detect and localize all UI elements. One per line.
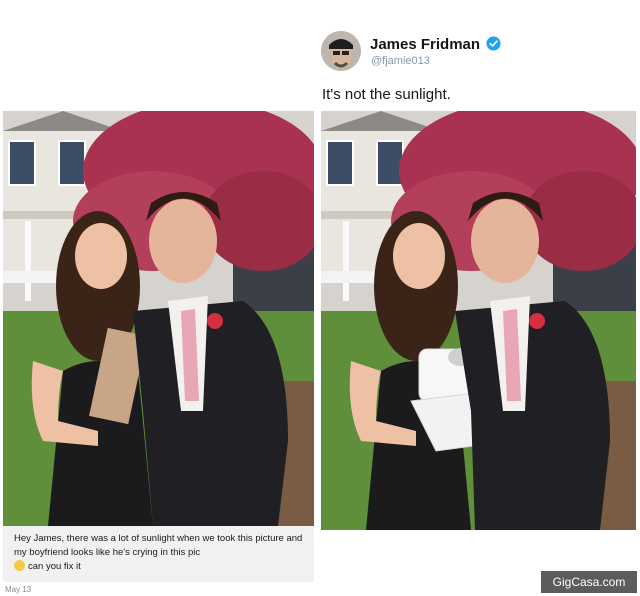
verified-check-icon xyxy=(486,36,501,51)
tears-of-joy-emoji-icon xyxy=(14,560,25,571)
avatar-image xyxy=(321,31,361,71)
request-text-part2: can you fix it xyxy=(28,561,81,572)
request-text: Hey James, there was a lot of sunlight w… xyxy=(14,532,309,574)
watermark: GigCasa.com xyxy=(541,571,637,593)
original-photo[interactable] xyxy=(3,111,314,526)
tweet-text: It's not the sunlight. xyxy=(322,86,451,103)
request-text-part1: Hey James, there was a lot of sunlight w… xyxy=(14,533,303,558)
author-name[interactable]: James Fridman xyxy=(370,36,480,53)
author-avatar[interactable] xyxy=(321,31,361,71)
request-message: Hey James, there was a lot of sunlight w… xyxy=(3,526,314,582)
request-date: May 13 xyxy=(5,585,32,594)
edited-photo[interactable] xyxy=(321,111,636,530)
author-handle[interactable]: @fjamie013 xyxy=(371,55,430,67)
